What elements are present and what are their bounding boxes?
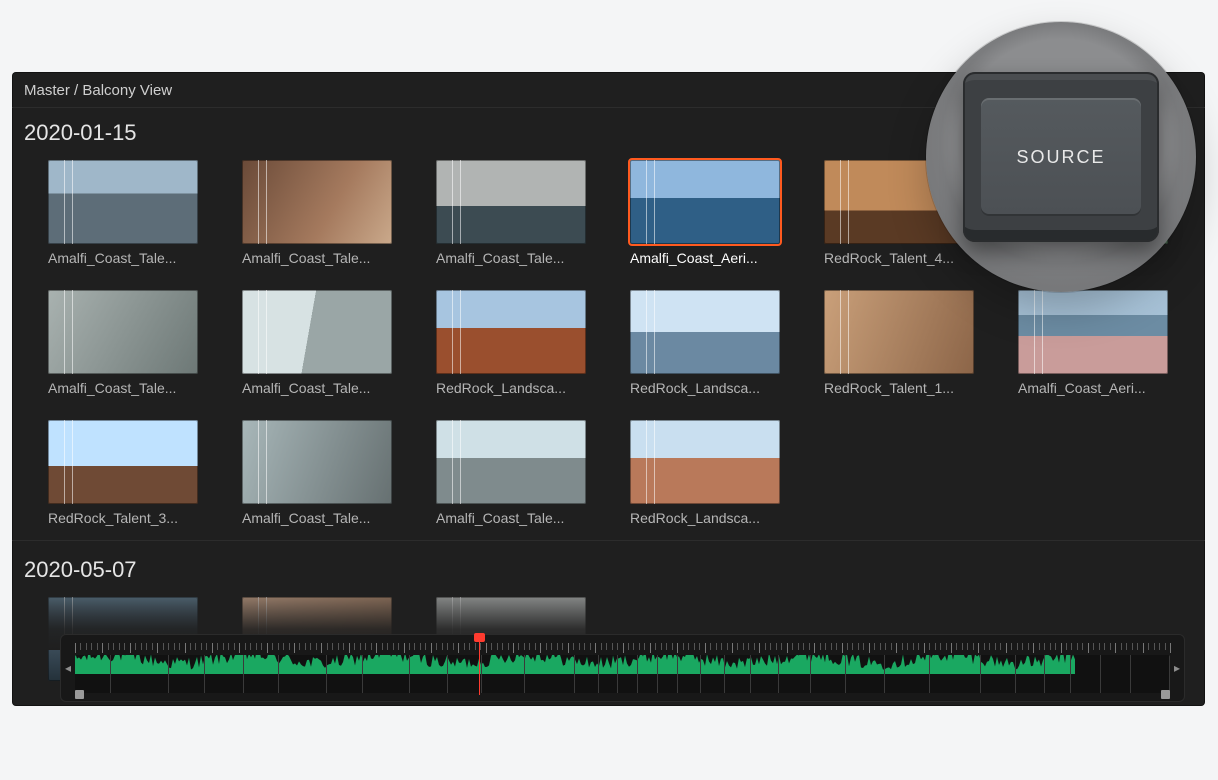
clip-item[interactable]: Amalfi_Coast_Tale... — [242, 160, 392, 266]
source-tape-timeline[interactable]: ◂ ▸ — [60, 634, 1185, 702]
clip-thumbnail[interactable] — [48, 420, 198, 504]
clip-item[interactable]: Amalfi_Coast_Tale... — [242, 290, 392, 396]
out-point-handle[interactable] — [1161, 690, 1170, 699]
clip-thumbnail[interactable] — [436, 160, 586, 244]
source-keycap[interactable]: SOURCE — [963, 72, 1159, 242]
clip-thumbnail[interactable] — [436, 420, 586, 504]
clip-item[interactable]: Amalfi_Coast_Tale... — [436, 160, 586, 266]
clip-label: Amalfi_Coast_Aeri... — [630, 250, 780, 266]
clip-item[interactable]: Amalfi_Coast_Tale... — [436, 420, 586, 526]
tape-scroll-left-icon[interactable]: ◂ — [63, 647, 73, 689]
clip-thumbnail[interactable] — [630, 290, 780, 374]
source-keycap-label: SOURCE — [981, 98, 1141, 216]
clip-label: RedRock_Talent_1... — [824, 380, 974, 396]
clip-thumbnail[interactable] — [242, 420, 392, 504]
timeline-lane[interactable] — [75, 655, 1170, 693]
clip-item[interactable]: RedRock_Landsca... — [630, 420, 780, 526]
clip-thumbnail[interactable] — [630, 160, 780, 244]
clip-label: Amalfi_Coast_Tale... — [48, 250, 198, 266]
clip-thumbnail[interactable] — [436, 290, 586, 374]
clip-label: Amalfi_Coast_Tale... — [242, 510, 392, 526]
clip-item[interactable]: RedRock_Landsca... — [630, 290, 780, 396]
clip-label: Amalfi_Coast_Tale... — [436, 510, 586, 526]
clip-label: RedRock_Landsca... — [436, 380, 586, 396]
clip-label: Amalfi_Coast_Aeri... — [1018, 380, 1168, 396]
clip-item[interactable]: Amalfi_Coast_Aeri... — [630, 160, 780, 266]
clip-item[interactable]: Amalfi_Coast_Tale... — [242, 420, 392, 526]
source-keycap-badge: SOURCE — [926, 22, 1196, 292]
clip-thumbnail[interactable] — [630, 420, 780, 504]
clip-thumbnail[interactable] — [242, 290, 392, 374]
clip-label: RedRock_Landsca... — [630, 380, 780, 396]
clip-label: Amalfi_Coast_Tale... — [242, 380, 392, 396]
clip-item[interactable]: RedRock_Talent_1... — [824, 290, 974, 396]
clip-item[interactable]: Amalfi_Coast_Aeri... — [1018, 290, 1168, 396]
clip-thumbnail[interactable] — [1018, 290, 1168, 374]
tape-scroll-right-icon[interactable]: ▸ — [1172, 647, 1182, 689]
clip-label: RedRock_Talent_4... — [824, 250, 974, 266]
in-point-handle[interactable] — [75, 690, 84, 699]
section-date: 2020-05-07 — [12, 545, 1205, 589]
clip-label: RedRock_Landsca... — [630, 510, 780, 526]
clip-item[interactable]: Amalfi_Coast_Tale... — [48, 160, 198, 266]
clip-thumbnail[interactable] — [48, 160, 198, 244]
clip-item[interactable]: RedRock_Landsca... — [436, 290, 586, 396]
timeline-ruler[interactable] — [75, 643, 1170, 653]
playhead[interactable] — [479, 635, 480, 695]
clip-thumbnail[interactable] — [48, 290, 198, 374]
clip-label: Amalfi_Coast_Tale... — [242, 250, 392, 266]
clip-thumbnail[interactable] — [242, 160, 392, 244]
clip-thumbnail[interactable] — [824, 290, 974, 374]
clip-label: Amalfi_Coast_Tale... — [48, 380, 198, 396]
clip-item[interactable]: Amalfi_Coast_Tale... — [48, 290, 198, 396]
clip-label: RedRock_Talent_3... — [48, 510, 198, 526]
clip-label: Amalfi_Coast_Tale... — [436, 250, 586, 266]
section-divider — [12, 540, 1205, 541]
clip-item[interactable]: RedRock_Talent_3... — [48, 420, 198, 526]
